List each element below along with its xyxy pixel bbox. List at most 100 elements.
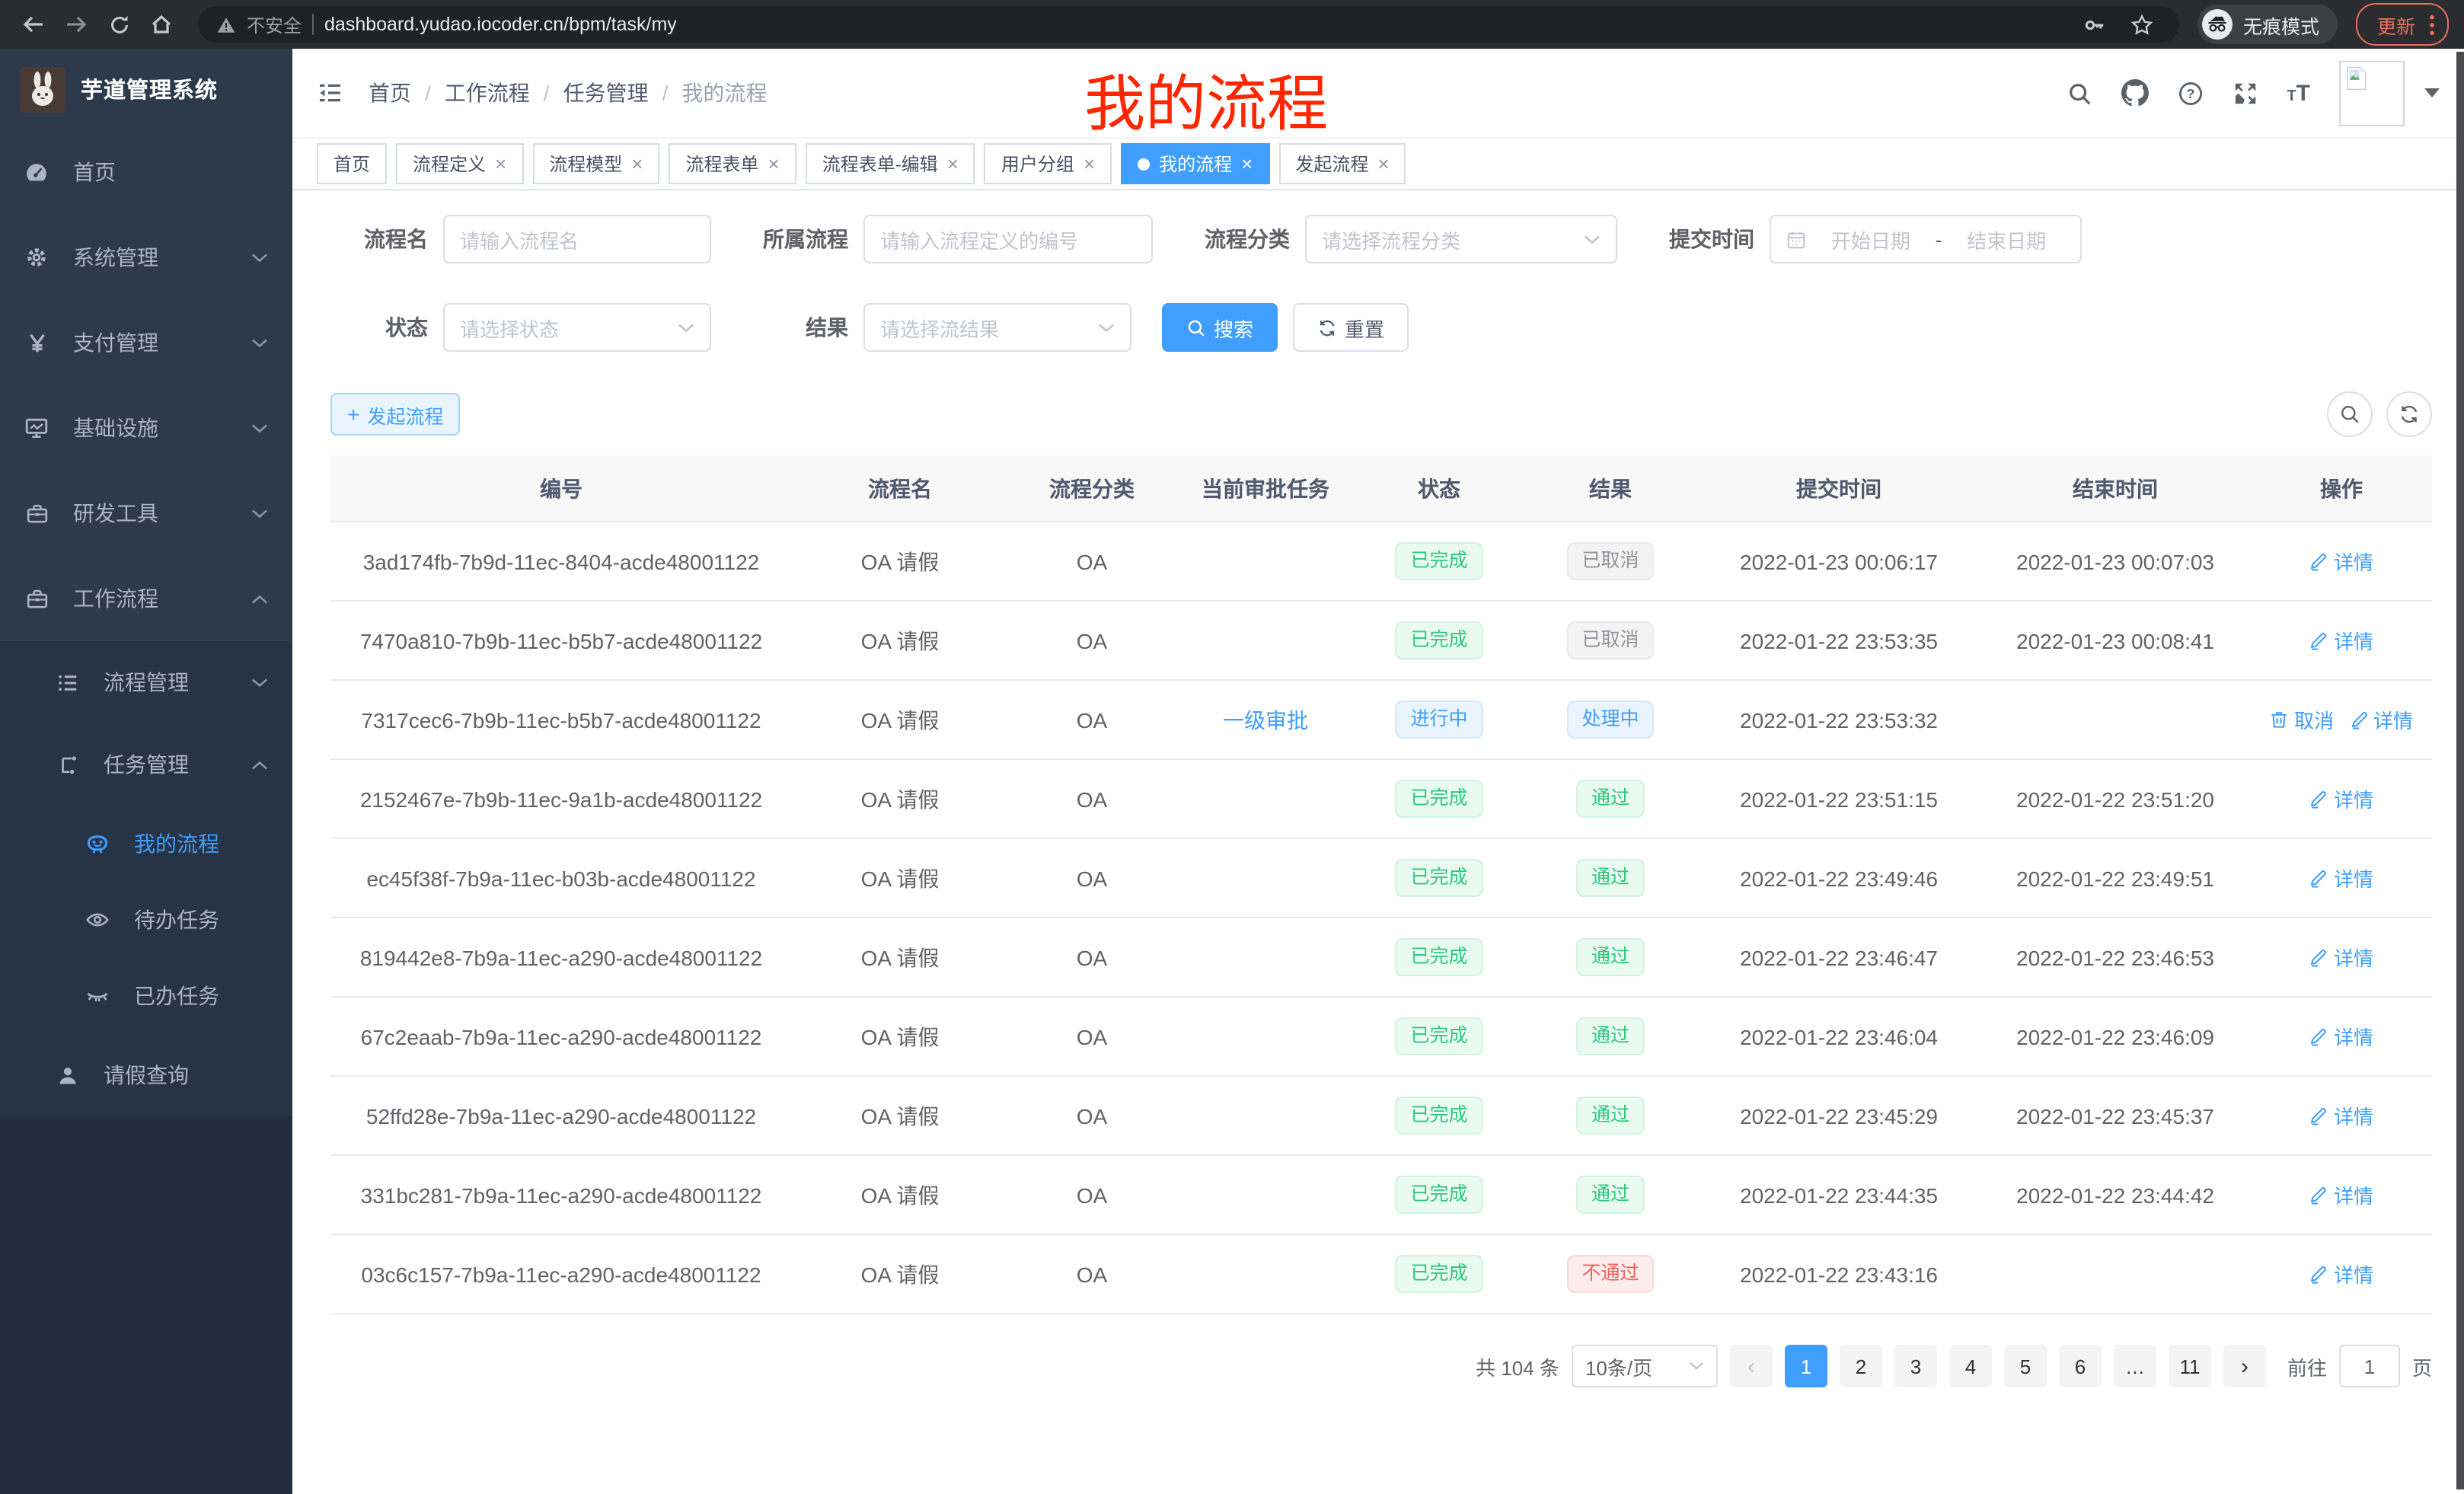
sidebar-item-leave-query[interactable]: 请假查询	[0, 1034, 292, 1116]
cell-current-task	[1176, 997, 1355, 1076]
sidebar-menu: 首页系统管理支付管理基础设施研发工具工作流程流程管理任务管理我的流程待办任务已办…	[0, 129, 292, 1116]
browser-reload-icon[interactable]	[101, 6, 137, 43]
detail-link[interactable]: 详情	[2349, 705, 2413, 734]
security-label[interactable]: 不安全	[247, 11, 302, 37]
next-page-button[interactable]: ›	[2223, 1345, 2266, 1387]
browser-forward-icon[interactable]	[58, 6, 94, 43]
reset-button[interactable]: 重置	[1293, 303, 1409, 352]
process-def-input[interactable]: 请输入流程定义的编号	[863, 215, 1153, 263]
page-button-2[interactable]: 2	[1840, 1345, 1882, 1387]
filter-row-1: 流程名 请输入流程名 所属流程 请输入流程定义的编号 流程分类	[330, 215, 2464, 263]
action-label: 详情	[2334, 943, 2373, 972]
cancel-link[interactable]: 取消	[2270, 705, 2334, 734]
status-badge: 已完成	[1395, 1018, 1483, 1055]
detail-link[interactable]: 详情	[2309, 1101, 2373, 1130]
close-icon[interactable]: ×	[1377, 154, 1389, 174]
github-icon[interactable]	[2121, 79, 2148, 107]
page-button-5[interactable]: 5	[2004, 1345, 2047, 1387]
table-refresh-icon[interactable]	[2386, 391, 2432, 437]
close-icon[interactable]: ×	[947, 154, 959, 174]
detail-link[interactable]: 详情	[2309, 1180, 2373, 1209]
sidebar-item-workflow[interactable]: 工作流程	[0, 556, 292, 641]
close-icon[interactable]: ×	[631, 154, 643, 174]
category-select[interactable]: 请选择流程分类	[1305, 215, 1617, 263]
close-icon[interactable]: ×	[1084, 154, 1095, 174]
close-icon[interactable]: ×	[495, 154, 506, 174]
avatar[interactable]	[2339, 60, 2405, 126]
detail-link[interactable]: 详情	[2309, 943, 2373, 972]
browser-home-icon[interactable]	[143, 6, 180, 43]
page-button-6[interactable]: 6	[2059, 1345, 2102, 1387]
table-search-icon[interactable]	[2327, 391, 2373, 437]
tab-start-process[interactable]: 发起流程×	[1278, 143, 1406, 184]
detail-link[interactable]: 详情	[2309, 864, 2373, 892]
sidebar-item-my-process[interactable]: 我的流程	[0, 806, 292, 882]
page-size-select[interactable]: 10条/页	[1572, 1345, 1718, 1387]
page-button-11[interactable]: 11	[2169, 1345, 2211, 1387]
browser-address-bar[interactable]: 不安全 dashboard.yudao.iocoder.cn/bpm/task/…	[198, 6, 2179, 43]
prev-page-button[interactable]: ‹	[1730, 1345, 1773, 1387]
sidebar-item-label: 支付管理	[73, 327, 158, 358]
search-icon[interactable]	[2066, 80, 2092, 106]
sidebar-item-todo-task[interactable]: 待办任务	[0, 882, 292, 958]
status-label: 状态	[330, 312, 428, 343]
tab-process-form[interactable]: 流程表单×	[669, 143, 796, 184]
detail-link[interactable]: 详情	[2309, 626, 2373, 655]
tab-process-definition[interactable]: 流程定义×	[396, 143, 523, 184]
avatar-dropdown-icon[interactable]	[2424, 88, 2440, 97]
status-select[interactable]: 请选择状态	[443, 303, 711, 352]
browser-back-icon[interactable]	[15, 6, 52, 43]
sidebar-item-system[interactable]: 系统管理	[0, 215, 292, 300]
help-icon[interactable]: ?	[2177, 80, 2203, 106]
tab-process-form-edit[interactable]: 流程表单-编辑×	[806, 143, 975, 184]
result-select[interactable]: 请选择流结果	[863, 303, 1131, 352]
cell-submit-time: 2022-01-22 23:46:04	[1698, 997, 1980, 1076]
active-tab-dot	[1138, 158, 1150, 170]
breadcrumb-item[interactable]: 任务管理	[563, 78, 649, 108]
sidebar-item-payment[interactable]: 支付管理	[0, 300, 292, 385]
sidebar-item-infra[interactable]: 基础设施	[0, 385, 292, 471]
browser-menu-icon[interactable]	[2429, 13, 2435, 36]
password-key-icon[interactable]	[2077, 6, 2114, 43]
more-pages-icon[interactable]: …	[2114, 1345, 2156, 1387]
result-badge: 通过	[1576, 1176, 1645, 1214]
page-button-3[interactable]: 3	[1894, 1345, 1937, 1387]
goto-page-input[interactable]: 1	[2339, 1345, 2400, 1387]
sidebar-item-devtools[interactable]: 研发工具	[0, 471, 292, 556]
sidebar-item-task-mgmt[interactable]: 任务管理	[0, 723, 292, 806]
submit-time-range-input[interactable]: 开始日期 - 结束日期	[1770, 215, 2082, 263]
scrollbar[interactable]	[2456, 52, 2464, 1489]
search-button[interactable]: 搜索	[1162, 303, 1278, 352]
result-placeholder: 请选择流结果	[880, 313, 999, 342]
close-icon[interactable]: ×	[768, 154, 780, 174]
tab-user-group[interactable]: 用户分组×	[985, 143, 1112, 184]
tab-process-model[interactable]: 流程模型×	[532, 143, 659, 184]
close-icon[interactable]: ×	[1241, 154, 1253, 174]
bookmark-star-icon[interactable]	[2124, 6, 2161, 43]
breadcrumb-item[interactable]: 工作流程	[445, 78, 530, 108]
detail-link[interactable]: 详情	[2309, 784, 2373, 813]
sidebar-item-done-task[interactable]: 已办任务	[0, 958, 292, 1034]
fullscreen-icon[interactable]	[2232, 80, 2258, 106]
detail-link[interactable]: 详情	[2309, 1259, 2373, 1288]
detail-link[interactable]: 详情	[2309, 1022, 2373, 1051]
tab-my-process[interactable]: 我的流程×	[1121, 143, 1269, 184]
detail-link[interactable]: 详情	[2309, 547, 2373, 576]
browser-update-button[interactable]: 更新	[2356, 3, 2449, 46]
edit-icon	[2309, 868, 2329, 888]
page-button-4[interactable]: 4	[1949, 1345, 1992, 1387]
cell-actions: 取消详情	[2251, 680, 2432, 759]
process-name-input[interactable]: 请输入流程名	[443, 215, 711, 263]
cell-result: 通过	[1523, 918, 1698, 997]
sidebar-item-home[interactable]: 首页	[0, 129, 292, 215]
sidebar-item-process-mgmt[interactable]: 流程管理	[0, 641, 292, 723]
start-process-button[interactable]: + 发起流程	[330, 393, 460, 436]
page-button-1[interactable]: 1	[1785, 1345, 1827, 1387]
font-size-icon[interactable]: TT	[2287, 81, 2310, 104]
cell-result: 通过	[1523, 1076, 1698, 1155]
tab-home[interactable]: 首页	[317, 143, 387, 184]
sidebar-fold-icon[interactable]	[317, 79, 344, 107]
url-text[interactable]: dashboard.yudao.iocoder.cn/bpm/task/my	[324, 14, 677, 35]
breadcrumb-item[interactable]: 首页	[369, 78, 411, 108]
current-task-link[interactable]: 一级审批	[1223, 707, 1308, 732]
